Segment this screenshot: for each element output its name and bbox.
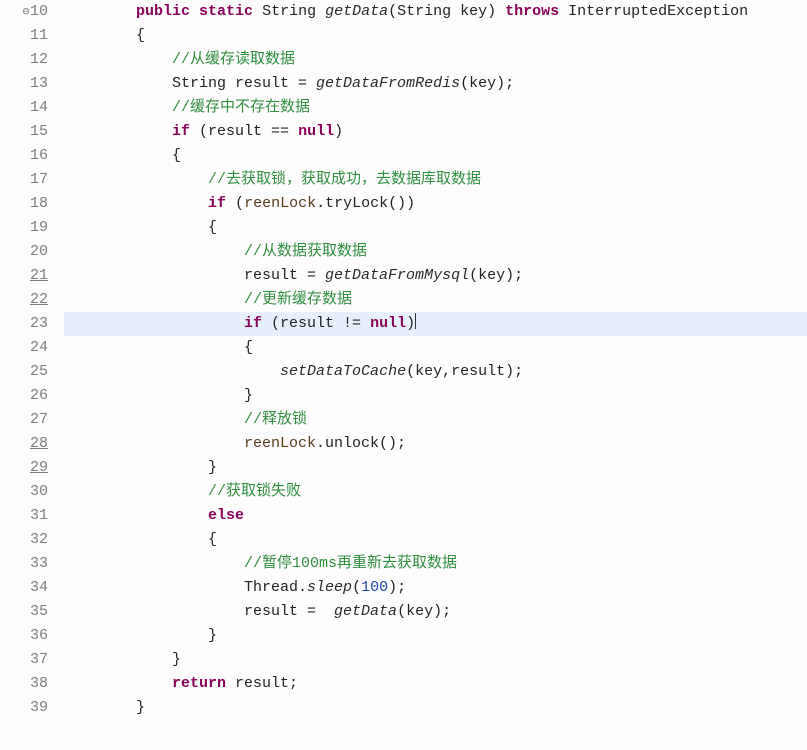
code-line[interactable]: result = getDataFromMysql(key); bbox=[64, 264, 807, 288]
code-line[interactable]: //释放锁 bbox=[64, 408, 807, 432]
code-token: null bbox=[298, 123, 334, 140]
line-number: 28 bbox=[0, 432, 48, 456]
line-number: 11 bbox=[0, 24, 48, 48]
code-token: throws bbox=[505, 3, 559, 20]
code-editor[interactable]: ⊖101112131415161718192021222324252627282… bbox=[0, 0, 807, 720]
code-line[interactable]: } bbox=[64, 624, 807, 648]
code-token: getDataFromRedis bbox=[316, 75, 460, 92]
code-line[interactable]: reenLock.unlock(); bbox=[64, 432, 807, 456]
line-number: 12 bbox=[0, 48, 48, 72]
code-line[interactable]: { bbox=[64, 336, 807, 360]
line-number: 14 bbox=[0, 96, 48, 120]
code-token: setDataToCache bbox=[280, 363, 406, 380]
line-number: 25 bbox=[0, 360, 48, 384]
code-line[interactable]: } bbox=[64, 696, 807, 720]
line-number: 21 bbox=[0, 264, 48, 288]
code-line[interactable]: if (result != null) bbox=[64, 312, 807, 336]
code-token: null bbox=[370, 315, 406, 332]
code-line[interactable]: //去获取锁，获取成功，去数据库取数据 bbox=[64, 168, 807, 192]
override-marker-icon: ⊖ bbox=[22, 0, 30, 24]
code-line[interactable]: } bbox=[64, 384, 807, 408]
line-number: 36 bbox=[0, 624, 48, 648]
line-number: 26 bbox=[0, 384, 48, 408]
code-token: public bbox=[136, 3, 190, 20]
code-line[interactable]: { bbox=[64, 24, 807, 48]
code-line[interactable]: //缓存中不存在数据 bbox=[64, 96, 807, 120]
code-token: reenLock bbox=[244, 195, 316, 212]
code-token: getData bbox=[334, 603, 397, 620]
code-line[interactable]: //更新缓存数据 bbox=[64, 288, 807, 312]
code-token: //去获取锁，获取成功，去数据库取数据 bbox=[208, 171, 481, 188]
line-number: 15 bbox=[0, 120, 48, 144]
code-line[interactable]: //从数据获取数据 bbox=[64, 240, 807, 264]
code-token: //暂停100ms再重新去获取数据 bbox=[244, 555, 457, 572]
line-number: 34 bbox=[0, 576, 48, 600]
code-line[interactable]: public static String getData(String key)… bbox=[64, 0, 807, 24]
line-number: 29 bbox=[0, 456, 48, 480]
line-number: 38 bbox=[0, 672, 48, 696]
code-token: //从缓存读取数据 bbox=[172, 51, 295, 68]
code-token: sleep bbox=[307, 579, 352, 596]
line-number: 30 bbox=[0, 480, 48, 504]
code-token: //缓存中不存在数据 bbox=[172, 99, 310, 116]
code-line[interactable]: else bbox=[64, 504, 807, 528]
code-token: //从数据获取数据 bbox=[244, 243, 367, 260]
code-line[interactable]: //获取锁失败 bbox=[64, 480, 807, 504]
code-line[interactable]: return result; bbox=[64, 672, 807, 696]
text-caret bbox=[415, 313, 416, 329]
code-line[interactable]: if (reenLock.tryLock()) bbox=[64, 192, 807, 216]
code-token: if bbox=[208, 195, 226, 212]
code-line[interactable]: { bbox=[64, 528, 807, 552]
code-line[interactable]: if (result == null) bbox=[64, 120, 807, 144]
code-token: 100 bbox=[361, 579, 388, 596]
code-line[interactable]: //从缓存读取数据 bbox=[64, 48, 807, 72]
code-line[interactable]: { bbox=[64, 216, 807, 240]
code-token: if bbox=[172, 123, 190, 140]
code-token: else bbox=[208, 507, 244, 524]
code-token: return bbox=[172, 675, 226, 692]
code-token: reenLock bbox=[244, 435, 316, 452]
code-token: //更新缓存数据 bbox=[244, 291, 352, 308]
line-number: 20 bbox=[0, 240, 48, 264]
code-token: //释放锁 bbox=[244, 411, 307, 428]
line-number: 33 bbox=[0, 552, 48, 576]
code-line[interactable]: setDataToCache(key,result); bbox=[64, 360, 807, 384]
code-line[interactable]: } bbox=[64, 456, 807, 480]
code-token: //获取锁失败 bbox=[208, 483, 301, 500]
line-number: 37 bbox=[0, 648, 48, 672]
line-number: 24 bbox=[0, 336, 48, 360]
line-number: 19 bbox=[0, 216, 48, 240]
line-number: 16 bbox=[0, 144, 48, 168]
code-line[interactable]: } bbox=[64, 648, 807, 672]
code-line[interactable]: //暂停100ms再重新去获取数据 bbox=[64, 552, 807, 576]
line-number: 17 bbox=[0, 168, 48, 192]
line-number: 31 bbox=[0, 504, 48, 528]
line-number: 35 bbox=[0, 600, 48, 624]
line-number: 23 bbox=[0, 312, 48, 336]
code-line[interactable]: result = getData(key); bbox=[64, 600, 807, 624]
code-token: if bbox=[244, 315, 262, 332]
code-line[interactable]: Thread.sleep(100); bbox=[64, 576, 807, 600]
line-number-gutter: ⊖101112131415161718192021222324252627282… bbox=[0, 0, 60, 720]
line-number: 32 bbox=[0, 528, 48, 552]
line-number: 22 bbox=[0, 288, 48, 312]
line-number: 27 bbox=[0, 408, 48, 432]
line-number: 39 bbox=[0, 696, 48, 720]
code-line[interactable]: { bbox=[64, 144, 807, 168]
code-token: getData bbox=[325, 3, 388, 20]
line-number: 18 bbox=[0, 192, 48, 216]
code-token: getDataFromMysql bbox=[325, 267, 469, 284]
code-line[interactable]: String result = getDataFromRedis(key); bbox=[64, 72, 807, 96]
line-number: ⊖10 bbox=[0, 0, 48, 24]
line-number: 13 bbox=[0, 72, 48, 96]
code-token: static bbox=[199, 3, 253, 20]
code-area[interactable]: public static String getData(String key)… bbox=[60, 0, 807, 720]
